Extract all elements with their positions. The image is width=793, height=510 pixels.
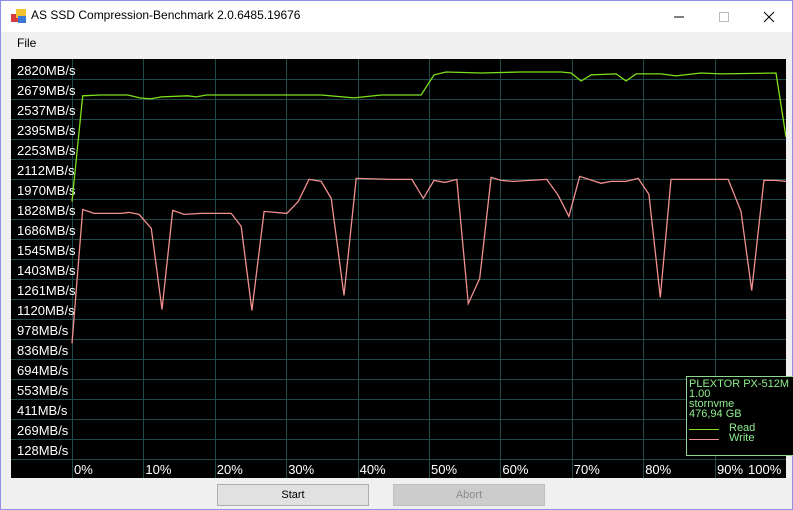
y-tick-label: 553MB/s <box>17 383 69 398</box>
x-tick-label: 10% <box>145 462 171 477</box>
menu-bar: File <box>1 32 792 54</box>
legend-read-swatch <box>689 429 719 430</box>
abort-button[interactable]: Abort <box>393 484 545 506</box>
legend-capacity: 476,94 GB <box>689 408 742 420</box>
x-tick-label: 50% <box>431 462 457 477</box>
y-tick-label: 2679MB/s <box>17 83 76 98</box>
benchmark-chart: 2820MB/s 2679MB/s 2537MB/s 2395MB/s 2253MB/s… <box>11 59 793 478</box>
x-tick-label: 40% <box>360 462 386 477</box>
chart-canvas: 2820MB/s 2679MB/s 2537MB/s 2395MB/s 2253MB/s… <box>11 59 786 478</box>
close-icon <box>763 11 775 22</box>
as-ssd-app-icon <box>11 9 26 23</box>
y-tick-label: 2820MB/s <box>17 63 76 78</box>
y-tick-label: 2253MB/s <box>17 143 76 158</box>
minimize-icon <box>674 16 684 17</box>
x-tick-label: 90% <box>717 462 743 477</box>
y-tick-label: 2112MB/s <box>17 163 75 178</box>
y-tick-label: 978MB/s <box>17 323 69 338</box>
y-tick-label: 411MB/s <box>17 403 68 418</box>
y-tick-label: 1545MB/s <box>17 243 76 258</box>
y-tick-label: 1970MB/s <box>17 183 76 198</box>
x-tick-label: 20% <box>217 462 243 477</box>
title-bar[interactable]: AS SSD Compression-Benchmark 2.0.6485.19… <box>1 1 792 32</box>
x-tick-label: 60% <box>502 462 528 477</box>
y-tick-label: 1686MB/s <box>17 223 76 238</box>
y-tick-label: 128MB/s <box>17 443 69 458</box>
y-tick-label: 836MB/s <box>17 343 69 358</box>
app-window: AS SSD Compression-Benchmark 2.0.6485.19… <box>0 0 793 510</box>
y-tick-label: 2395MB/s <box>17 123 76 138</box>
y-tick-label: 1261MB/s <box>17 283 76 298</box>
x-tick-label: 0% <box>74 462 93 477</box>
minimize-button[interactable] <box>656 1 702 32</box>
y-tick-label: 694MB/s <box>17 363 69 378</box>
menu-file[interactable]: File <box>17 36 36 50</box>
close-button[interactable] <box>746 1 792 32</box>
chart-legend: PLEXTOR PX-512M 1.00 stornvme 476,94 GB … <box>686 376 793 456</box>
x-tick-label: 30% <box>288 462 314 477</box>
y-tick-label: 1403MB/s <box>17 263 76 278</box>
y-tick-label: 1120MB/s <box>17 303 75 318</box>
y-tick-label: 269MB/s <box>17 423 69 438</box>
maximize-button[interactable] <box>701 1 747 32</box>
window-title: AS SSD Compression-Benchmark 2.0.6485.19… <box>31 8 301 22</box>
y-tick-label: 1828MB/s <box>17 203 76 218</box>
start-button[interactable]: Start <box>217 484 369 506</box>
y-tick-label: 2537MB/s <box>17 103 76 118</box>
x-tick-label: 80% <box>645 462 671 477</box>
legend-write-swatch <box>689 439 719 440</box>
x-tick-label: 100% <box>748 462 782 477</box>
x-tick-label: 70% <box>574 462 600 477</box>
maximize-icon <box>719 11 729 22</box>
legend-write-label: Write <box>729 432 755 444</box>
